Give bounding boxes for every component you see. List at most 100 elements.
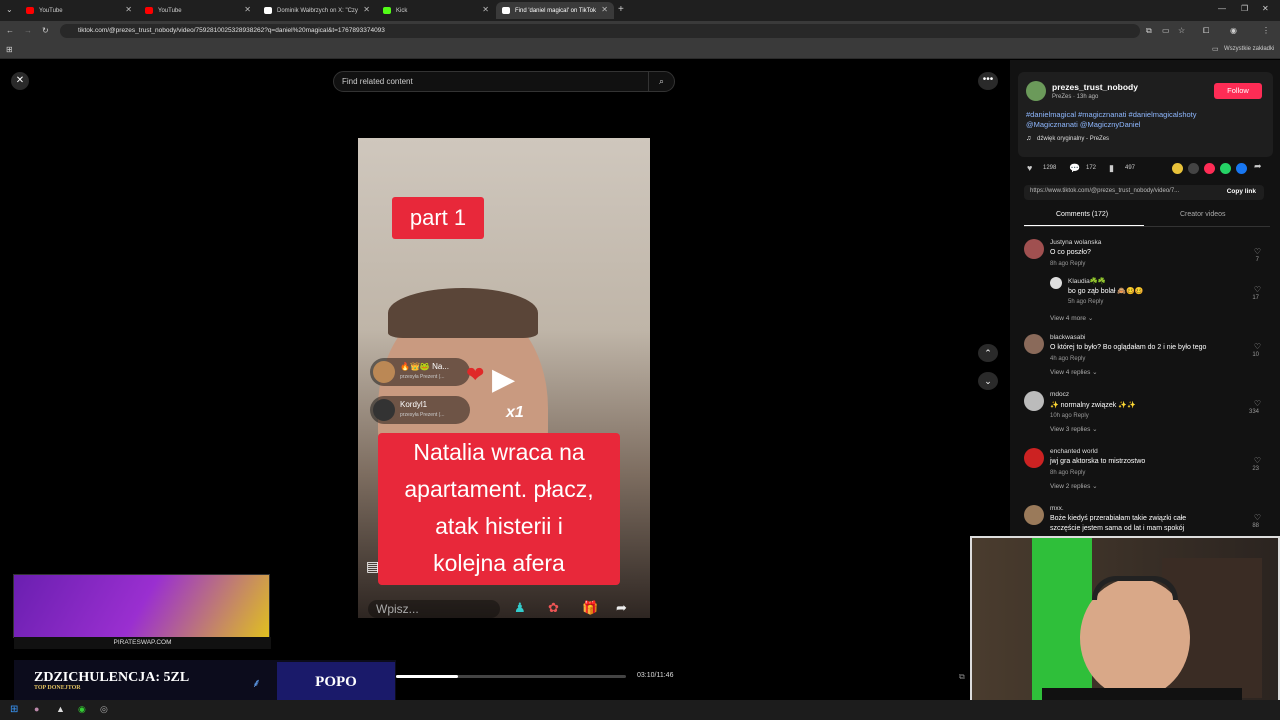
tab-kick[interactable]: Kick ✕ — [377, 2, 495, 19]
app-icon-3[interactable]: ◎ — [100, 704, 108, 715]
extensions-icon[interactable]: ⧠ — [1203, 26, 1209, 36]
commenter-name[interactable]: enchanted world — [1050, 448, 1098, 455]
comment-like-icon[interactable]: ♡ — [1254, 247, 1261, 256]
comment-like-icon[interactable]: ♡ — [1254, 399, 1261, 408]
find-related-search[interactable]: Find related content ⌕ — [333, 71, 675, 92]
close-window-icon[interactable]: ✕ — [1262, 4, 1269, 13]
comment-like-icon[interactable]: ♡ — [1254, 456, 1261, 465]
author-subline: PreZes · 13h ago — [1052, 94, 1099, 100]
facebook-icon[interactable] — [1236, 163, 1247, 174]
view-more-replies[interactable]: View 4 more ⌄ — [1050, 314, 1093, 322]
share-icon[interactable]: ➦ — [1254, 161, 1262, 172]
tab-youtube-2[interactable]: YouTube ✕ — [139, 2, 257, 19]
commenter-avatar[interactable] — [1024, 505, 1044, 525]
commenter-name[interactable]: Justyna wolanska — [1050, 239, 1101, 246]
save-icon[interactable]: ▮ — [1109, 163, 1114, 174]
comment-icon[interactable]: 💬 — [1069, 163, 1080, 174]
hashtags[interactable]: #danielmagical #magicznanati #danielmagi… — [1026, 110, 1197, 119]
commenter-avatar[interactable] — [1024, 448, 1044, 468]
gift-icon: 🎁 — [582, 600, 599, 615]
close-video-icon[interactable]: ✕ — [11, 72, 29, 90]
close-tab-icon[interactable]: ✕ — [601, 5, 608, 14]
close-tab-icon[interactable]: ✕ — [125, 5, 132, 14]
commenter-avatar[interactable] — [1024, 239, 1044, 259]
translate-icon[interactable]: ⧉ — [1146, 26, 1152, 36]
tab-creator-videos[interactable]: Creator videos — [1180, 211, 1226, 218]
whatsapp-icon[interactable] — [1220, 163, 1231, 174]
comment-meta[interactable]: 8h ago Reply — [1050, 261, 1085, 267]
mentions[interactable]: @Magicznanati @MagicznyDaniel — [1026, 120, 1140, 129]
folder-icon: ▭ — [1212, 46, 1219, 53]
commenter-avatar[interactable] — [1050, 277, 1062, 289]
all-bookmarks-label[interactable]: Wszystkie zakładki — [1224, 46, 1274, 52]
app-icon-1[interactable]: ● — [34, 704, 39, 714]
view-replies[interactable]: View 2 replies ⌄ — [1050, 482, 1098, 490]
tab-x[interactable]: Dominik Wałbrzych on X: "Czy ✕ — [258, 2, 376, 19]
maximize-icon[interactable]: ❐ — [1241, 4, 1248, 13]
tab-tiktok[interactable]: Find 'daniel magical' on TikTok ✕ — [496, 2, 614, 19]
apps-grid-icon[interactable]: ⊞ — [6, 45, 13, 54]
url-text: tiktok.com/@prezes_trust_nobody/video/75… — [78, 27, 385, 34]
commenter-name[interactable]: Klaudia☘️☘️ — [1068, 277, 1106, 285]
close-tab-icon[interactable]: ✕ — [482, 5, 489, 14]
comment-input-placeholder: Wpisz... — [376, 602, 419, 616]
author-username[interactable]: prezes_trust_nobody — [1052, 82, 1138, 92]
comment-like-icon[interactable]: ♡ — [1254, 285, 1261, 294]
tab-youtube-1[interactable]: YouTube ✕ — [20, 2, 138, 19]
commenter-avatar[interactable] — [1024, 391, 1044, 411]
browser-tab-bar: ⌄ YouTube ✕ YouTube ✕ Dominik Wałbrzych … — [0, 0, 1280, 21]
previous-video-icon[interactable]: ⌃ — [978, 344, 998, 362]
author-avatar[interactable] — [1026, 81, 1046, 101]
bookmark-star-icon[interactable]: ☆ — [1178, 26, 1185, 35]
commenter-name[interactable]: mdocz — [1050, 391, 1069, 398]
url-field[interactable]: tiktok.com/@prezes_trust_nobody/video/75… — [60, 24, 1140, 38]
comment-meta[interactable]: 5h ago Reply — [1068, 299, 1103, 305]
donation-text: ZDZICHULENCJA: 5ZL — [34, 670, 190, 685]
gift-count: x1 — [506, 404, 524, 421]
tab-comments[interactable]: Comments (172) — [1056, 211, 1108, 218]
commenter-avatar[interactable] — [1024, 334, 1044, 354]
video-player[interactable]: part 1 🔥👑🐸 Na... przesyła Prezent (... ❤… — [358, 138, 650, 618]
close-tab-icon[interactable]: ✕ — [244, 5, 251, 14]
tab-list-icon[interactable]: ⌄ — [6, 5, 13, 14]
coin-share-icon[interactable] — [1172, 163, 1183, 174]
menu-dots-icon[interactable]: ⋮ — [1262, 26, 1270, 35]
comment-like-icon[interactable]: ♡ — [1254, 513, 1261, 522]
minimize-icon[interactable]: — — [1218, 4, 1226, 13]
start-icon[interactable]: ⊞ — [10, 704, 18, 715]
cast-icon[interactable]: ▭ — [1162, 26, 1170, 35]
send-to-friend-icon[interactable] — [1204, 163, 1215, 174]
reload-icon[interactable]: ↻ — [42, 26, 49, 35]
follow-button[interactable]: Follow — [1214, 83, 1262, 99]
copy-link-button[interactable]: Copy link — [1227, 188, 1256, 195]
forward-icon[interactable]: → — [24, 26, 32, 35]
comment-meta[interactable]: 10h ago Reply — [1050, 413, 1089, 419]
commenter-name[interactable]: mxx. — [1050, 505, 1064, 512]
person-hair — [388, 288, 538, 338]
progress-track[interactable] — [396, 675, 626, 678]
profile-icon[interactable]: ◉ — [1230, 26, 1237, 35]
next-video-icon[interactable]: ⌄ — [978, 372, 998, 390]
sound-name[interactable]: dźwięk oryginalny - PreZes — [1037, 136, 1109, 142]
app-icon-2[interactable]: ▲ — [56, 704, 65, 714]
miniplayer-icon[interactable]: ⧉ — [959, 672, 965, 682]
share-arrow-icon: ➦ — [616, 600, 627, 615]
view-replies[interactable]: View 3 replies ⌄ — [1050, 425, 1098, 433]
comment-meta[interactable]: 8h ago Reply — [1050, 470, 1085, 476]
tab-label: YouTube — [158, 7, 182, 14]
comment-meta[interactable]: 4h ago Reply — [1050, 356, 1085, 362]
chrome-icon[interactable]: ◉ — [78, 704, 86, 715]
search-icon[interactable]: ⌕ — [648, 72, 674, 91]
like-icon[interactable]: ♥ — [1027, 163, 1032, 173]
comment-like-icon[interactable]: ♡ — [1254, 342, 1261, 351]
close-tab-icon[interactable]: ✕ — [363, 5, 370, 14]
embed-icon[interactable] — [1188, 163, 1199, 174]
play-icon[interactable]: ▶ — [492, 362, 515, 397]
gift-notice-2: Kordyl1 przesyła Prezent (... — [370, 396, 470, 424]
more-options-icon[interactable]: ••• — [978, 72, 998, 90]
commenter-name[interactable]: blackwasabi — [1050, 334, 1085, 341]
new-tab-icon[interactable]: + — [618, 4, 624, 15]
share-link-text: https://www.tiktok.com/@prezes_trust_nob… — [1030, 188, 1180, 194]
view-replies[interactable]: View 4 replies ⌄ — [1050, 368, 1098, 376]
back-icon[interactable]: ← — [6, 26, 14, 35]
